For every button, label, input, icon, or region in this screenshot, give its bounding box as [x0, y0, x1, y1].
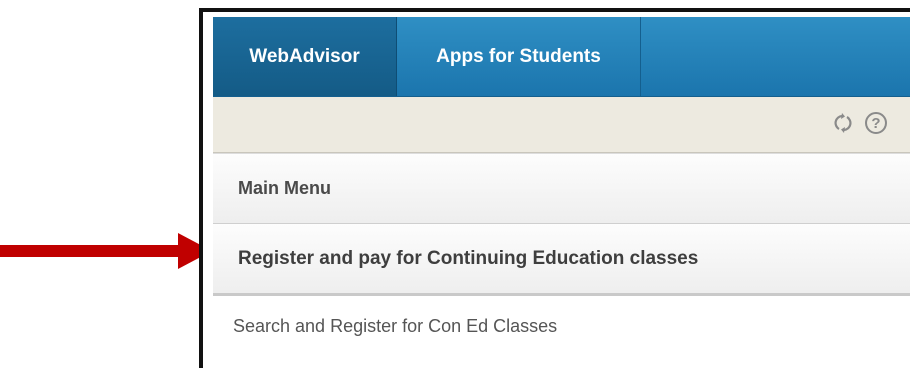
annotation-arrow — [0, 233, 212, 269]
help-icon[interactable]: ? — [865, 112, 887, 134]
menu-item-search-register-con-ed[interactable]: Search and Register for Con Ed Classes — [213, 296, 910, 356]
section-heading-continuing-education[interactable]: Register and pay for Continuing Educatio… — [213, 224, 910, 296]
main-menu-link[interactable]: Main Menu — [213, 153, 910, 224]
tab-webadvisor[interactable]: WebAdvisor — [213, 17, 397, 96]
tab-apps-for-students[interactable]: Apps for Students — [397, 17, 641, 96]
toolbar: ? — [213, 97, 910, 153]
top-tab-bar: WebAdvisor Apps for Students — [213, 17, 910, 97]
refresh-icon[interactable] — [831, 111, 855, 135]
webadvisor-panel: WebAdvisor Apps for Students ? Main Menu… — [199, 8, 910, 368]
